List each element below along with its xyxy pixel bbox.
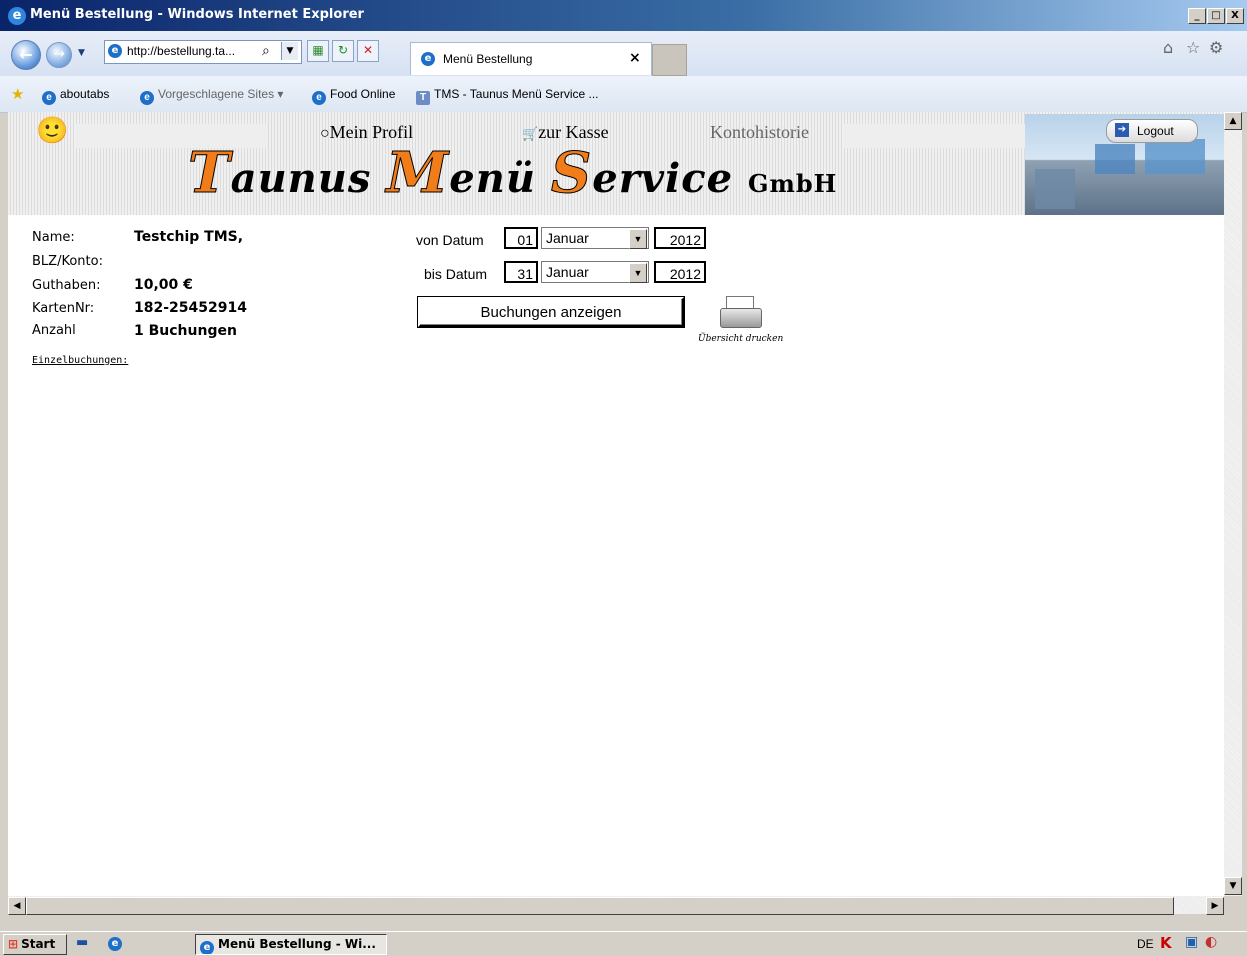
address-bar[interactable]: e http://bestellung.ta... ⌕ ▼	[104, 40, 302, 64]
horizontal-scroll-thumb[interactable]	[26, 897, 1174, 915]
building-window	[1145, 139, 1205, 174]
tab-close-icon[interactable]: ×	[629, 50, 641, 66]
favorites-star-icon[interactable]: ☆	[1186, 38, 1200, 57]
antivirus-icon[interactable]: K	[1160, 934, 1172, 952]
address-dropdown-icon[interactable]: ▼	[281, 42, 298, 60]
taskbar-item-ie[interactable]: e Menü Bestellung - Wi...	[195, 934, 387, 955]
from-year-input[interactable]: 2012	[654, 227, 706, 249]
network-icon[interactable]: ▣	[1185, 934, 1198, 950]
tab-title: Menü Bestellung	[443, 52, 533, 66]
history-dropdown-icon[interactable]: ▼	[78, 48, 85, 58]
balance-value: 10,00 €	[134, 277, 193, 293]
from-date-label: von Datum	[416, 232, 484, 248]
windows-logo-icon: ⊞	[8, 937, 19, 951]
printer-body-icon	[720, 308, 762, 328]
from-month-select[interactable]: Januar ▼	[541, 227, 649, 249]
scroll-right-button[interactable]: ▶	[1206, 897, 1224, 915]
stop-icon[interactable]: ✕	[357, 40, 379, 62]
chevron-down-icon[interactable]: ▼	[629, 263, 647, 283]
logout-label: Logout	[1137, 124, 1174, 138]
language-indicator[interactable]: DE	[1137, 937, 1154, 951]
favorite-label: TMS - Taunus Menü Service ...	[434, 87, 599, 101]
chevron-down-icon[interactable]: ▼	[629, 229, 647, 249]
to-month-select[interactable]: Januar ▼	[541, 261, 649, 283]
count-value: 1 Buchungen	[134, 323, 237, 339]
show-bookings-button[interactable]: Buchungen anzeigen	[417, 296, 685, 328]
to-year-input[interactable]: 2012	[654, 261, 706, 283]
favorite-label: aboutabs	[60, 87, 110, 101]
building-window	[1035, 169, 1075, 209]
new-tab-button[interactable]	[652, 44, 687, 76]
close-button[interactable]: X	[1226, 8, 1244, 24]
favorite-item-tms[interactable]: T TMS - Taunus Menü Service ...	[416, 87, 599, 105]
window-title: Menü Bestellung - Windows Internet Explo…	[30, 7, 364, 22]
balance-label: Guthaben:	[32, 278, 101, 293]
favorite-label: Food Online	[330, 87, 396, 101]
home-icon[interactable]: ⌂	[1163, 38, 1173, 57]
card-label: KartenNr:	[32, 301, 95, 316]
cart-icon: 🛒	[522, 126, 539, 141]
start-button[interactable]: ⊞ Start	[3, 934, 67, 955]
favorites-add-icon[interactable]: ★	[11, 85, 24, 103]
print-label[interactable]: Übersicht drucken	[698, 334, 783, 344]
to-day-input[interactable]: 31	[504, 261, 538, 283]
ie-icon: e	[42, 91, 56, 105]
favorite-label: Vorgeschlagene Sites ▾	[158, 87, 284, 101]
window-title-bar: e Menü Bestellung - Windows Internet Exp…	[0, 0, 1247, 31]
tms-favicon-icon: T	[416, 91, 430, 105]
refresh-icon[interactable]: ↻	[332, 40, 354, 62]
compatibility-view-icon[interactable]: ▦	[307, 40, 329, 62]
print-button[interactable]	[720, 296, 766, 330]
favorite-item-food-online[interactable]: e Food Online	[312, 87, 395, 105]
building-window	[1095, 144, 1135, 174]
page-viewport: 🙂 ○Mein Profil 🛒zur Kasse Kontohistorie …	[8, 112, 1224, 896]
taskbar	[0, 931, 1247, 956]
tab-favicon-icon: e	[421, 52, 435, 66]
ie-icon: e	[140, 91, 154, 105]
to-date-label: bis Datum	[424, 266, 488, 282]
show-desktop-icon[interactable]: ▬	[76, 935, 88, 950]
ie-icon: e	[200, 941, 214, 954]
ie-icon: e	[312, 91, 326, 105]
name-label: Name:	[32, 230, 75, 245]
back-button[interactable]: ←	[11, 40, 41, 70]
scroll-left-button[interactable]: ◀	[8, 897, 26, 915]
card-value: 182-25452914	[134, 300, 247, 316]
maximize-button[interactable]: □	[1207, 8, 1225, 24]
volume-icon[interactable]: ◐	[1205, 934, 1217, 950]
vertical-scrollbar[interactable]	[1224, 112, 1242, 896]
address-url[interactable]: http://bestellung.ta...	[127, 44, 235, 58]
scroll-up-button[interactable]: ▲	[1224, 112, 1242, 130]
scroll-down-button[interactable]: ▼	[1224, 877, 1242, 895]
site-header: 🙂 ○Mein Profil 🛒zur Kasse Kontohistorie …	[8, 112, 1224, 215]
ie-quicklaunch-icon[interactable]: e	[108, 937, 122, 951]
count-label: Anzahl	[32, 323, 76, 338]
minimize-button[interactable]: _	[1188, 8, 1206, 24]
name-value: Testchip TMS,	[134, 229, 244, 245]
favorite-item-suggested-sites[interactable]: e Vorgeschlagene Sites ▾	[140, 87, 283, 105]
site-logo: Taunus Menü Service GmbH	[188, 140, 838, 207]
from-month-value: Januar	[546, 230, 589, 246]
tab-menu-bestellung[interactable]: e Menü Bestellung ×	[410, 42, 652, 75]
search-icon[interactable]: ⌕	[262, 43, 270, 59]
details-link[interactable]: Einzelbuchungen:	[32, 355, 128, 366]
logout-icon: ➔	[1115, 123, 1129, 137]
logout-button[interactable]: ➔ Logout	[1106, 119, 1198, 143]
blz-label: BLZ/Konto:	[32, 254, 103, 269]
tools-gear-icon[interactable]: ⚙	[1209, 38, 1223, 57]
forward-button[interactable]: →	[46, 42, 72, 68]
mascot-icon: 🙂	[36, 116, 69, 146]
to-month-value: Januar	[546, 264, 589, 280]
menu-placeholder	[844, 124, 1032, 148]
page-icon: e	[108, 44, 122, 58]
from-day-input[interactable]: 01	[504, 227, 538, 249]
ie-icon: e	[8, 7, 26, 25]
favorite-item-aboutabs[interactable]: e aboutabs	[42, 87, 109, 105]
